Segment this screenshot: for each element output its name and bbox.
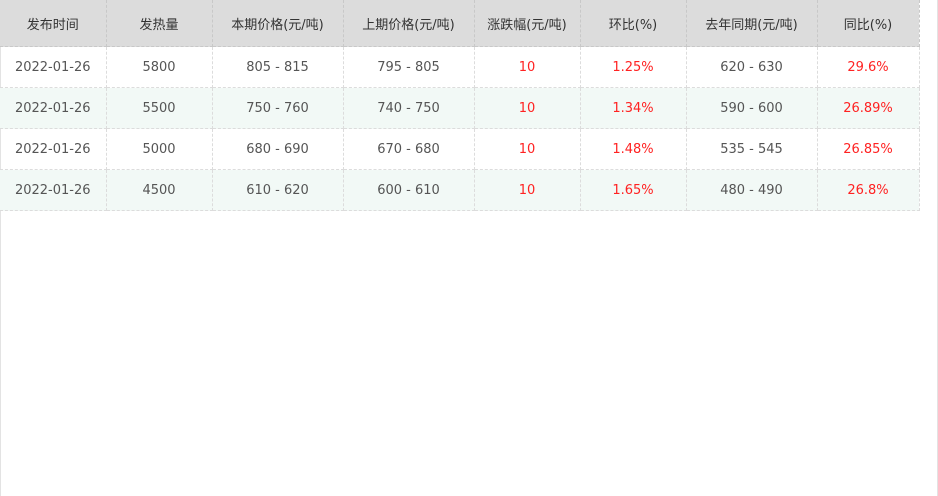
- cell-publish-date: 2022-01-26: [0, 169, 107, 211]
- table-row: 2022-01-26 5000 680 - 690 670 - 680 10 1…: [0, 128, 920, 170]
- cell-last-year-price: 535 - 545: [686, 128, 818, 170]
- cell-year-on-year-percent: 29.6%: [817, 46, 920, 88]
- cell-previous-price: 795 - 805: [343, 46, 475, 88]
- cell-year-on-year-percent: 26.85%: [817, 128, 920, 170]
- cell-previous-price: 740 - 750: [343, 87, 475, 129]
- cell-period-change-percent: 1.34%: [580, 87, 687, 129]
- cell-calorific-value: 4500: [106, 169, 213, 211]
- page: 发布时间 发热量 本期价格(元/吨) 上期价格(元/吨) 涨跌幅(元/吨) 环比…: [0, 0, 938, 496]
- cell-previous-price: 670 - 680: [343, 128, 475, 170]
- header-previous-price: 上期价格(元/吨): [343, 0, 475, 47]
- header-period-change-percent: 环比(%): [580, 0, 687, 47]
- coal-price-table: 发布时间 发热量 本期价格(元/吨) 上期价格(元/吨) 涨跌幅(元/吨) 环比…: [0, 0, 920, 211]
- cell-period-change-percent: 1.65%: [580, 169, 687, 211]
- cell-last-year-price: 590 - 600: [686, 87, 818, 129]
- cell-period-change-percent: 1.25%: [580, 46, 687, 88]
- cell-publish-date: 2022-01-26: [0, 46, 107, 88]
- table-row: 2022-01-26 5500 750 - 760 740 - 750 10 1…: [0, 87, 920, 129]
- cell-period-change-percent: 1.48%: [580, 128, 687, 170]
- header-current-price: 本期价格(元/吨): [212, 0, 344, 47]
- header-change-amount: 涨跌幅(元/吨): [474, 0, 581, 47]
- table-row: 2022-01-26 5800 805 - 815 795 - 805 10 1…: [0, 46, 920, 88]
- header-calorific-value: 发热量: [106, 0, 213, 47]
- cell-publish-date: 2022-01-26: [0, 87, 107, 129]
- cell-year-on-year-percent: 26.89%: [817, 87, 920, 129]
- cell-last-year-price: 620 - 630: [686, 46, 818, 88]
- cell-previous-price: 600 - 610: [343, 169, 475, 211]
- cell-current-price: 750 - 760: [212, 87, 344, 129]
- cell-change-amount: 10: [474, 46, 581, 88]
- cell-calorific-value: 5800: [106, 46, 213, 88]
- table-header-row: 发布时间 发热量 本期价格(元/吨) 上期价格(元/吨) 涨跌幅(元/吨) 环比…: [0, 0, 920, 47]
- header-publish-date: 发布时间: [0, 0, 107, 47]
- cell-change-amount: 10: [474, 87, 581, 129]
- cell-calorific-value: 5500: [106, 87, 213, 129]
- cell-change-amount: 10: [474, 128, 581, 170]
- cell-current-price: 680 - 690: [212, 128, 344, 170]
- cell-current-price: 610 - 620: [212, 169, 344, 211]
- header-year-on-year-percent: 同比(%): [817, 0, 920, 47]
- cell-publish-date: 2022-01-26: [0, 128, 107, 170]
- header-last-year-price: 去年同期(元/吨): [686, 0, 818, 47]
- cell-change-amount: 10: [474, 169, 581, 211]
- cell-last-year-price: 480 - 490: [686, 169, 818, 211]
- table-row: 2022-01-26 4500 610 - 620 600 - 610 10 1…: [0, 169, 920, 211]
- cell-calorific-value: 5000: [106, 128, 213, 170]
- cell-current-price: 805 - 815: [212, 46, 344, 88]
- cell-year-on-year-percent: 26.8%: [817, 169, 920, 211]
